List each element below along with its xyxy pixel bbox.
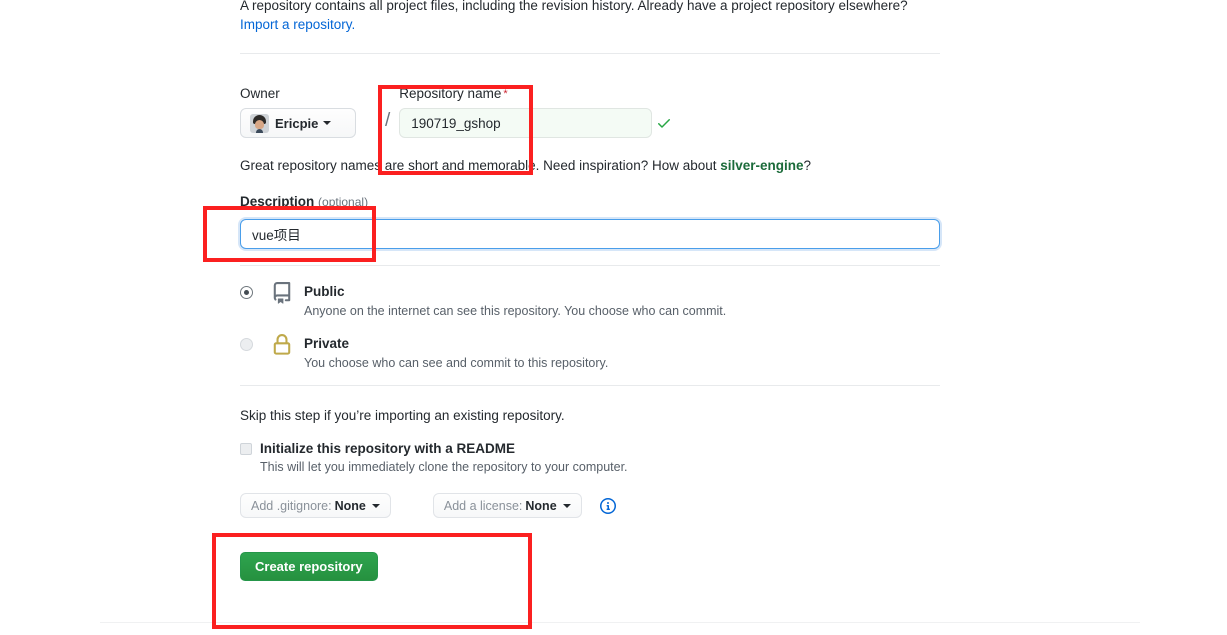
owner-and-name-row: Owner Ericpie / Repository name *	[240, 86, 671, 138]
check-icon	[656, 115, 672, 131]
create-repository-highlight-box	[212, 533, 532, 629]
description-label: Description (optional)	[240, 194, 368, 210]
gitignore-select-button[interactable]: Add .gitignore: None	[240, 493, 391, 518]
gitignore-prefix-label: Add .gitignore:	[251, 498, 332, 513]
readme-checkbox[interactable]	[240, 443, 252, 455]
license-prefix-label: Add a license:	[443, 498, 523, 513]
divider-visibility	[240, 265, 940, 266]
license-value: None	[525, 498, 557, 513]
repository-name-label: Repository name *	[399, 86, 652, 102]
visibility-option-public[interactable]: Public Anyone on the internet can see th…	[240, 282, 940, 320]
owner-field: Owner Ericpie	[240, 86, 376, 138]
owner-name-label: Ericpie	[275, 115, 319, 131]
repository-name-input[interactable]	[399, 108, 653, 138]
owner-name-separator: /	[385, 110, 391, 131]
hint-text-before: Great repository names are short and mem…	[240, 158, 721, 173]
owner-select-button[interactable]: Ericpie	[240, 108, 356, 138]
required-asterisk: *	[503, 88, 508, 100]
license-select-button[interactable]: Add a license: None	[432, 493, 582, 518]
create-repository-button[interactable]: Create repository	[240, 552, 378, 581]
description-optional-text: (optional)	[318, 195, 369, 209]
readme-description: This will let you immediately clone the …	[260, 460, 628, 474]
chevron-down-icon	[323, 121, 332, 125]
repository-name-hint: Great repository names are short and mem…	[240, 157, 811, 175]
readme-label: Initialize this repository with a README	[260, 441, 516, 456]
description-input[interactable]	[240, 219, 940, 249]
visibility-private-title: Private	[304, 336, 350, 351]
radio-private[interactable]	[240, 338, 253, 351]
skip-step-text: Skip this step if you’re importing an ex…	[240, 408, 565, 423]
divider-initialize	[240, 385, 940, 386]
description-label-text: Description	[240, 194, 315, 209]
radio-public[interactable]	[240, 286, 253, 299]
info-icon[interactable]	[599, 497, 616, 514]
new-repository-form: A repository contains all project files,…	[240, 0, 940, 34]
visibility-public-title: Public	[304, 284, 345, 299]
import-repository-link[interactable]: Import a repository.	[240, 17, 355, 32]
repository-name-label-text: Repository name	[399, 86, 502, 101]
user-avatar-icon	[250, 113, 269, 133]
repository-name-field: Repository name *	[399, 86, 671, 138]
intro-text: A repository contains all project files,…	[240, 0, 908, 13]
hint-text-after: ?	[803, 158, 812, 173]
chevron-down-icon	[371, 503, 380, 508]
lock-icon	[271, 334, 293, 356]
gitignore-value: None	[334, 498, 366, 513]
suggested-name: silver-engine	[720, 158, 804, 173]
visibility-private-description: You choose who can see and commit to thi…	[304, 356, 609, 370]
initialize-readme-row[interactable]: Initialize this repository with a README	[240, 440, 515, 457]
template-selects-row: Add .gitignore: None Add a license: None	[240, 493, 616, 518]
divider-top	[240, 53, 940, 54]
visibility-public-description: Anyone on the internet can see this repo…	[304, 304, 727, 318]
chevron-down-icon	[562, 503, 571, 508]
visibility-options: Public Anyone on the internet can see th…	[240, 282, 940, 386]
divider-bottom	[100, 622, 1140, 623]
visibility-option-private[interactable]: Private You choose who can see and commi…	[240, 334, 940, 372]
owner-label: Owner	[240, 86, 280, 101]
book-icon	[271, 282, 293, 304]
intro-paragraph: A repository contains all project files,…	[240, 0, 940, 34]
